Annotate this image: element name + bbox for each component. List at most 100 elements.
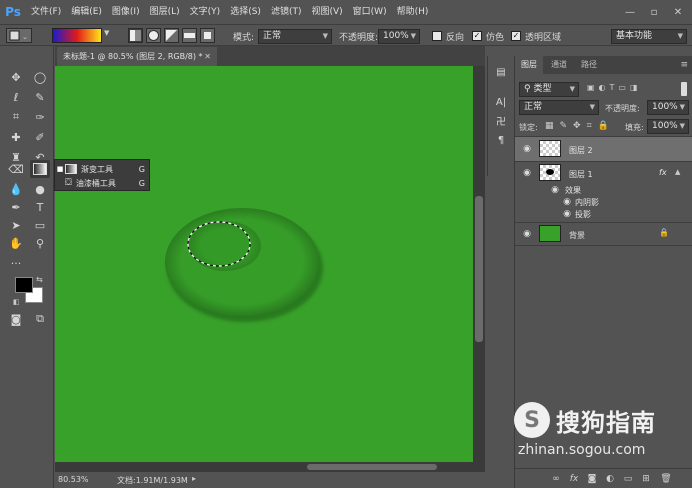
layer-name[interactable]: 图层 1 [569, 169, 593, 180]
effect-inner-shadow-row[interactable]: ◉ 内阴影 [515, 196, 692, 208]
menu-file[interactable]: 文件(F) [26, 0, 66, 24]
eraser-tool-icon[interactable]: ⌫ [6, 160, 26, 178]
layer-row-layer2[interactable]: ◉ 图层 2 [515, 137, 692, 161]
linear-gradient-icon[interactable] [128, 28, 143, 43]
glyphs-panel-icon[interactable]: 卍 [492, 112, 510, 128]
path-select-icon[interactable]: ➤ [6, 216, 26, 234]
dodge-tool-icon[interactable]: ● [30, 180, 50, 198]
vertical-scroll-thumb[interactable] [475, 196, 483, 342]
new-layer-icon[interactable]: ⊞ [639, 472, 653, 486]
tab-channels[interactable]: 通道 [545, 56, 573, 74]
menu-view[interactable]: 视图(V) [306, 0, 347, 24]
angle-gradient-icon[interactable] [164, 28, 179, 43]
panel-menu-icon[interactable]: ≡ [680, 60, 688, 70]
healing-brush-icon[interactable]: ✚ [6, 128, 26, 146]
zoom-tool-icon[interactable]: ⚲ [30, 234, 50, 252]
foreground-color-swatch[interactable] [15, 277, 33, 293]
type-tool-icon[interactable]: T [30, 198, 50, 216]
quick-mask-icon[interactable]: ◙ [6, 310, 26, 328]
effect-drop-shadow-row[interactable]: ◉ 投影 [515, 208, 692, 220]
canvas[interactable] [55, 66, 473, 462]
eyedropper-tool-icon[interactable]: ✑ [30, 108, 50, 126]
document-tab[interactable]: 未标题-1 @ 80.5% (图层 2, RGB/8) * ✕ [57, 47, 217, 66]
adjustment-layer-icon[interactable]: ◐ [603, 472, 617, 486]
transparency-checkbox[interactable]: ✓ [511, 31, 521, 41]
shape-tool-icon[interactable]: ▭ [30, 216, 50, 234]
horizontal-scroll-thumb[interactable] [307, 464, 437, 470]
visibility-eye-icon[interactable]: ◉ [521, 143, 533, 155]
workspace-select[interactable]: 基本功能 ▼ [611, 29, 687, 44]
reflected-gradient-icon[interactable] [182, 28, 197, 43]
filter-toggle[interactable] [681, 82, 687, 96]
layer-name[interactable]: 图层 2 [569, 145, 593, 156]
visibility-eye-icon[interactable]: ◉ [521, 228, 533, 240]
mode-select[interactable]: 正常 ▼ [258, 29, 332, 44]
link-layers-icon[interactable]: ∞ [549, 472, 563, 486]
menu-help[interactable]: 帮助(H) [392, 0, 434, 24]
add-style-icon[interactable]: fx [567, 472, 581, 486]
gradient-dropdown-icon[interactable]: ▼ [104, 29, 109, 37]
layer-filter-icons[interactable]: ▣◐T▭◨ [587, 83, 642, 92]
flyout-item-gradient[interactable]: ■ 渐变工具 G [55, 162, 151, 176]
menu-window[interactable]: 窗口(W) [348, 0, 392, 24]
maximize-icon[interactable]: ▫ [644, 2, 664, 22]
layer-filter-select[interactable]: ⚲ 类型 ▼ [519, 82, 579, 97]
hand-tool-icon[interactable]: ✋ [6, 234, 26, 252]
lasso-tool-icon[interactable]: ℓ [6, 88, 26, 106]
effects-row[interactable]: ◉ 效果 [515, 184, 692, 196]
dither-checkbox[interactable]: ✓ [472, 31, 482, 41]
diamond-gradient-icon[interactable] [200, 28, 215, 43]
brush-tool-icon[interactable]: ✐ [30, 128, 50, 146]
default-colors-icon[interactable]: ◧ [13, 298, 20, 306]
blur-tool-icon[interactable]: 💧 [6, 180, 26, 198]
zoom-level[interactable]: 80.53% [58, 475, 89, 484]
menu-type[interactable]: 文字(Y) [185, 0, 226, 24]
reverse-checkbox[interactable] [432, 31, 442, 41]
swap-colors-icon[interactable]: ⇆ [36, 275, 43, 284]
marquee-tool-icon[interactable]: ◯ [30, 68, 50, 86]
minimize-icon[interactable]: — [620, 2, 640, 22]
pen-tool-icon[interactable]: ✒ [6, 198, 26, 216]
close-icon[interactable]: ✕ [668, 2, 688, 22]
visibility-eye-icon[interactable]: ◉ [549, 184, 561, 196]
lock-icons[interactable]: ▦✎✥⌗🔒 [545, 121, 615, 131]
tool-preset-picker[interactable]: ⌄ [6, 28, 32, 43]
tab-paths[interactable]: 路径 [575, 56, 603, 74]
gradient-tool-icon[interactable] [30, 160, 50, 178]
close-icon[interactable]: ✕ [204, 47, 211, 66]
delete-layer-icon[interactable]: 🗑 [659, 472, 673, 486]
gradient-swatch[interactable] [52, 28, 102, 43]
menu-layer[interactable]: 图层(L) [145, 0, 185, 24]
menu-select[interactable]: 选择(S) [225, 0, 266, 24]
screen-mode-icon[interactable]: ⧉ [30, 310, 50, 328]
horizontal-scrollbar[interactable] [55, 462, 485, 472]
collapse-effects-icon[interactable]: ▲ [675, 168, 680, 176]
quick-select-tool-icon[interactable]: ✎ [30, 88, 50, 106]
new-group-icon[interactable]: ▭ [621, 472, 635, 486]
blend-mode-select[interactable]: 正常 ▼ [519, 100, 599, 115]
menu-filter[interactable]: 滤镜(T) [266, 0, 307, 24]
more-tools-icon[interactable]: ··· [6, 254, 26, 272]
move-tool-icon[interactable]: ✥ [6, 68, 26, 86]
history-panel-icon[interactable]: ▤ [492, 64, 510, 80]
status-menu-arrow-icon[interactable]: ▸ [192, 474, 196, 483]
menu-image[interactable]: 图像(I) [107, 0, 145, 24]
layer-row-layer1[interactable]: ◉ 图层 1 fx ▲ [515, 162, 692, 184]
character-panel-icon[interactable]: A| [492, 94, 510, 110]
menu-edit[interactable]: 编辑(E) [66, 0, 107, 24]
fill-input[interactable]: 100% ▼ [647, 119, 689, 134]
opacity-input[interactable]: 100% ▼ [378, 29, 420, 44]
visibility-eye-icon[interactable]: ◉ [561, 208, 573, 220]
paragraph-panel-icon[interactable]: ¶ [492, 132, 510, 148]
vertical-scrollbar[interactable] [473, 66, 485, 462]
radial-gradient-icon[interactable] [146, 28, 161, 43]
crop-tool-icon[interactable]: ⌗ [6, 108, 26, 126]
layer-row-background[interactable]: ◉ 背景 🔒 [515, 223, 692, 245]
visibility-eye-icon[interactable]: ◉ [521, 167, 533, 179]
visibility-eye-icon[interactable]: ◉ [561, 196, 573, 208]
flyout-item-paint-bucket[interactable]: ⛋ 油漆桶工具 G [55, 176, 151, 190]
tab-layers[interactable]: 图层 [515, 56, 543, 74]
layer-opacity-input[interactable]: 100% ▼ [647, 100, 689, 115]
add-mask-icon[interactable]: ◙ [585, 472, 599, 486]
fx-badge[interactable]: fx [659, 168, 667, 177]
